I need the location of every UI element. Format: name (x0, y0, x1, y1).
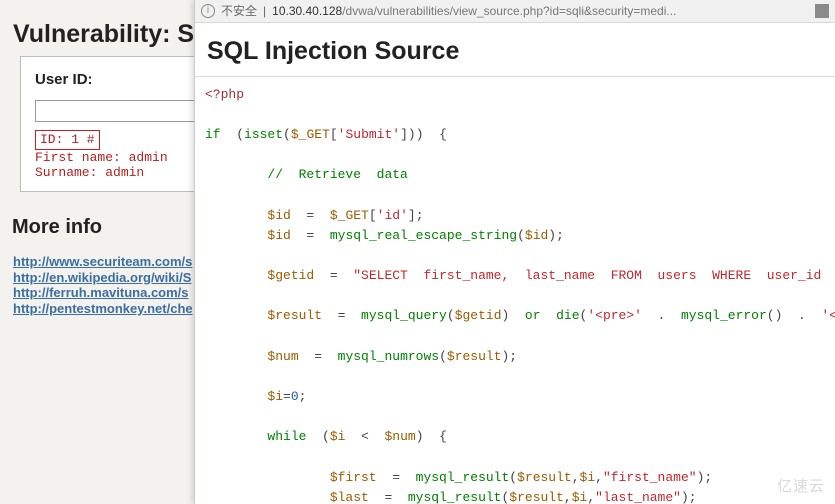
url-text[interactable]: 10.30.40.128/dvwa/vulnerabilities/view_s… (272, 4, 805, 18)
info-link-ferruh[interactable]: http://ferruh.mavituna.com/s (13, 285, 193, 301)
result-first-name: First name: admin (35, 150, 168, 165)
source-popup: i 不安全 | 10.30.40.128/dvwa/vulnerabilitie… (194, 0, 835, 504)
insecure-label: 不安全 (221, 2, 257, 19)
source-code: <?php if (isset($_GET['Submit'])) { // R… (195, 76, 835, 504)
page-title: Vulnerability: S (13, 20, 194, 49)
link-list: http://www.securiteam.com/s http://en.wi… (13, 254, 193, 316)
info-link-securiteam[interactable]: http://www.securiteam.com/s (13, 254, 193, 270)
info-link-wikipedia[interactable]: http://en.wikipedia.org/wiki/S (13, 270, 193, 286)
address-bar: i 不安全 | 10.30.40.128/dvwa/vulnerabilitie… (195, 0, 835, 23)
translate-icon[interactable] (815, 4, 829, 18)
result-id: ID: 1 # (35, 130, 100, 150)
result-surname: Surname: admin (35, 165, 144, 180)
info-icon[interactable]: i (201, 4, 215, 18)
info-link-pentestmonkey[interactable]: http://pentestmonkey.net/che (13, 301, 193, 317)
popup-title: SQL Injection Source (195, 23, 835, 76)
watermark: 亿速云 (777, 475, 825, 496)
more-info-heading: More info (12, 216, 102, 239)
